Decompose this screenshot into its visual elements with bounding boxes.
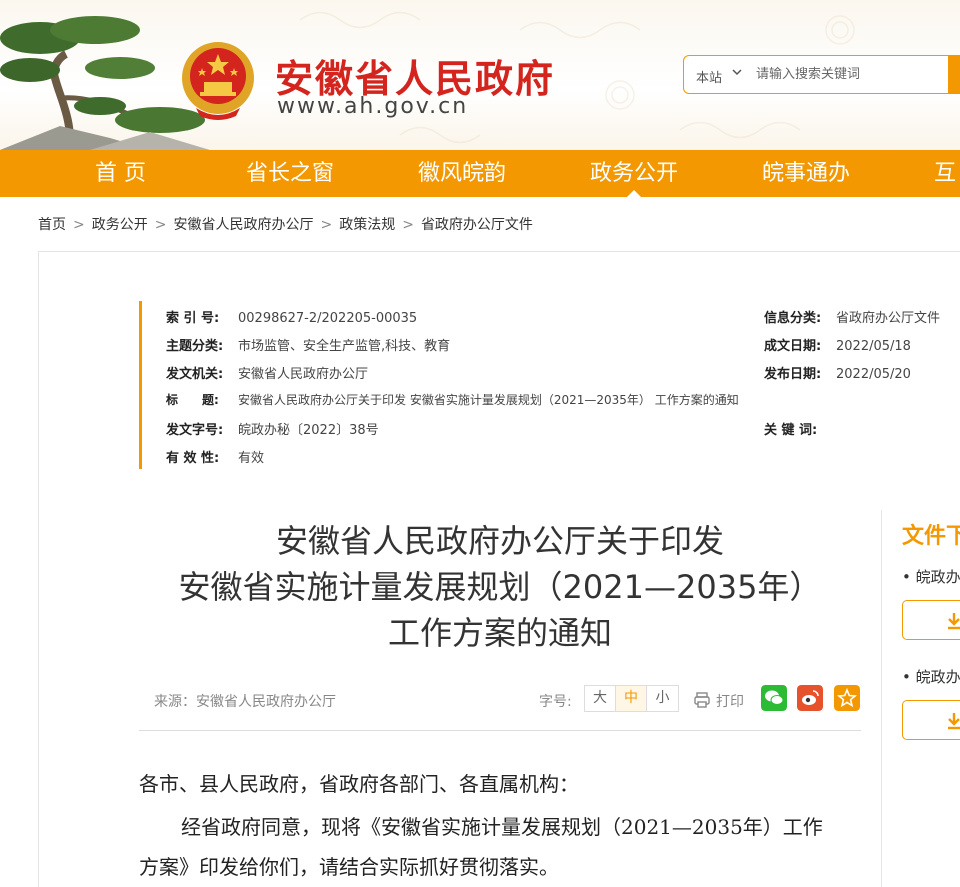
download-button[interactable] bbox=[902, 600, 960, 640]
document-title-line: 安徽省人民政府办公厅关于印发 bbox=[275, 522, 724, 560]
sidebar-file-item[interactable]: • 皖政办 bbox=[902, 666, 960, 687]
document-title: 安徽省人民政府办公厅关于印发 安徽省实施计量发展规划（2021—2035年） 工… bbox=[139, 518, 861, 656]
breadcrumb-office-documents[interactable]: 省政府办公厅文件 bbox=[421, 214, 533, 234]
meta-topic-label: 主题分类: bbox=[166, 339, 224, 354]
download-icon bbox=[948, 713, 960, 730]
site-url: www.ah.gov.cn bbox=[277, 94, 469, 119]
meta-index-label: 索 引 号: bbox=[166, 311, 220, 326]
document-paragraph-line: 方案》印发给你们，请结合实际抓好贯彻落实。 bbox=[139, 855, 559, 879]
meta-publish-value: 2022/05/20 bbox=[836, 367, 911, 382]
star-favorite-icon[interactable] bbox=[834, 685, 860, 711]
meta-keywords-label: 关 键 词: bbox=[764, 423, 818, 438]
meta-title-label: 标 题: bbox=[166, 393, 219, 407]
national-emblem-icon bbox=[182, 42, 254, 120]
download-sidebar: 文件下 • 皖政办 • 皖政办 bbox=[881, 510, 960, 887]
breadcrumb-separator: > bbox=[402, 217, 414, 233]
meta-topic-value: 市场监管、安全生产监管,科技、教育 bbox=[238, 339, 451, 354]
font-size-label: 字号: bbox=[539, 694, 572, 710]
meta-issuer-value: 安徽省人民政府办公厅 bbox=[238, 367, 369, 382]
document-metadata: 索 引 号: 00298627-2/202205-00035 信息分类: 省政府办公… bbox=[139, 301, 960, 469]
main-nav: 首 页 省长之窗 徽风皖韵 政务公开 皖事通办 互 bbox=[0, 150, 960, 197]
wechat-share-icon[interactable] bbox=[761, 685, 787, 711]
download-button[interactable] bbox=[902, 700, 960, 740]
font-size-large[interactable]: 大 bbox=[585, 686, 616, 711]
breadcrumb-open-government[interactable]: 政务公开 bbox=[92, 214, 148, 234]
page: 安徽省人民政府 www.ah.gov.cn 本站 首 页 省长之窗 徽风皖韵 政… bbox=[0, 0, 960, 887]
site-header: 安徽省人民政府 www.ah.gov.cn 本站 bbox=[0, 0, 960, 150]
document-title-line: 安徽省实施计量发展规划（2021—2035年） bbox=[178, 568, 822, 606]
printer-icon[interactable] bbox=[693, 691, 711, 709]
document-paragraph-line: 经省政府同意，现将《安徽省实施计量发展规划（2021—2035年）工作 bbox=[181, 815, 823, 839]
meta-validity-label: 有 效 性: bbox=[166, 451, 220, 466]
nav-item-interaction[interactable]: 互 bbox=[934, 150, 956, 197]
nav-item-home[interactable]: 首 页 bbox=[95, 150, 146, 197]
meta-date-value: 2022/05/18 bbox=[836, 339, 911, 354]
meta-validity-row: 有 效 性: 有效 bbox=[166, 447, 264, 466]
breadcrumb-policies[interactable]: 政策法规 bbox=[339, 214, 395, 234]
meta-category-row: 信息分类: 省政府办公厅文件 bbox=[764, 307, 940, 326]
meta-title-value: 安徽省人民政府办公厅关于印发 安徽省实施计量发展规划（2021—2035年） 工… bbox=[238, 393, 739, 407]
nav-item-governor[interactable]: 省长之窗 bbox=[246, 150, 334, 197]
meta-docno-value: 皖政办秘〔2022〕38号 bbox=[238, 423, 379, 438]
meta-category-label: 信息分类: bbox=[764, 311, 822, 326]
sidebar-file-name: 皖政办 bbox=[915, 668, 960, 686]
meta-index-row: 索 引 号: 00298627-2/202205-00035 bbox=[166, 307, 417, 326]
document-title-line: 工作方案的通知 bbox=[387, 614, 612, 652]
breadcrumb-separator: > bbox=[73, 217, 85, 233]
meta-keywords-row: 关 键 词: bbox=[764, 419, 836, 438]
print-button[interactable]: 打印 bbox=[716, 691, 744, 711]
meta-date-label: 成文日期: bbox=[764, 339, 822, 354]
sidebar-file-name: 皖政办 bbox=[915, 568, 960, 586]
breadcrumb: 首页 > 政务公开 > 安徽省人民政府办公厅 > 政策法规 > 省政府办公厅文件 bbox=[38, 214, 533, 234]
meta-publish-label: 发布日期: bbox=[764, 367, 822, 382]
breadcrumb-general-office[interactable]: 安徽省人民政府办公厅 bbox=[173, 214, 313, 234]
meta-issuer-row: 发文机关: 安徽省人民政府办公厅 bbox=[166, 363, 368, 382]
meta-title-row: 标 题: 安徽省人民政府办公厅关于印发 安徽省实施计量发展规划（2021—2035… bbox=[166, 391, 739, 408]
nav-item-culture[interactable]: 徽风皖韵 bbox=[418, 150, 506, 197]
sidebar-title: 文件下 bbox=[902, 524, 960, 549]
nav-item-services[interactable]: 皖事通办 bbox=[762, 150, 850, 197]
search-box: 本站 bbox=[683, 55, 960, 94]
meta-docno-row: 发文字号: 皖政办秘〔2022〕38号 bbox=[166, 419, 379, 438]
download-icon bbox=[948, 613, 960, 630]
document-source: 来源：安徽省人民政府办公厅 bbox=[154, 694, 336, 710]
search-input[interactable] bbox=[756, 56, 946, 93]
meta-publish-row: 发布日期: 2022/05/20 bbox=[764, 363, 911, 382]
search-scope-select[interactable]: 本站 bbox=[696, 67, 722, 86]
meta-issuer-label: 发文机关: bbox=[166, 367, 224, 382]
meta-date-row: 成文日期: 2022/05/18 bbox=[764, 335, 911, 354]
breadcrumb-home[interactable]: 首页 bbox=[38, 214, 66, 234]
breadcrumb-separator: > bbox=[154, 217, 167, 233]
document-toolbar: 来源：安徽省人民政府办公厅 字号: 大 中 小 打印 bbox=[139, 683, 861, 731]
meta-topic-row: 主题分类: 市场监管、安全生产监管,科技、教育 bbox=[166, 335, 450, 354]
weibo-share-icon[interactable] bbox=[797, 685, 823, 711]
breadcrumb-separator: > bbox=[320, 217, 333, 233]
meta-category-value: 省政府办公厅文件 bbox=[836, 311, 941, 326]
search-button[interactable] bbox=[948, 55, 960, 94]
font-size-medium[interactable]: 中 bbox=[616, 686, 647, 711]
sidebar-file-item[interactable]: • 皖政办 bbox=[902, 566, 960, 587]
font-size-small[interactable]: 小 bbox=[647, 686, 678, 711]
chevron-down-icon[interactable] bbox=[730, 65, 744, 79]
document-salutation: 各市、县人民政府，省政府各部门、各直属机构： bbox=[139, 772, 579, 796]
meta-index-value: 00298627-2/202205-00035 bbox=[238, 311, 418, 326]
meta-validity-value: 有效 bbox=[238, 451, 265, 466]
font-size-selector: 大 中 小 bbox=[584, 685, 679, 712]
meta-docno-label: 发文字号: bbox=[166, 423, 224, 438]
nav-item-open-government[interactable]: 政务公开 bbox=[590, 150, 678, 197]
